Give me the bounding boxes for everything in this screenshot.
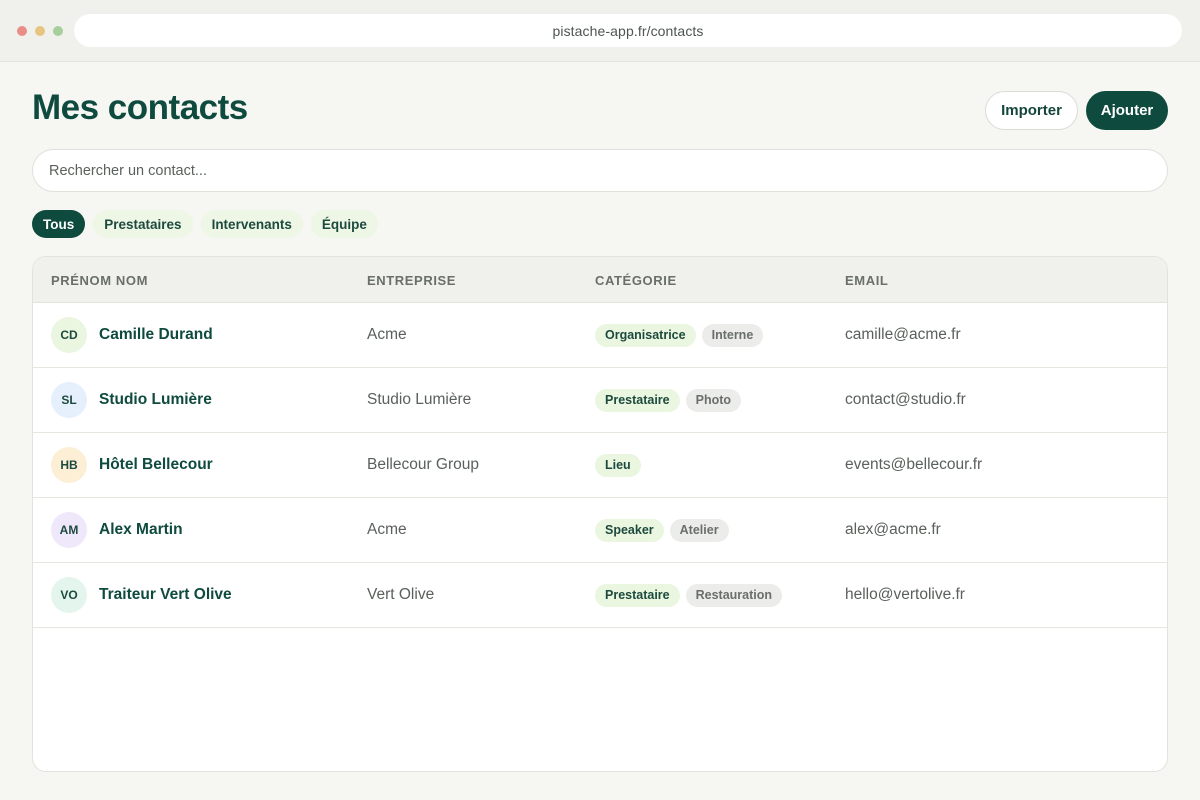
category-tag: Lieu	[595, 453, 641, 477]
category-cell: Lieu	[595, 433, 647, 497]
company-cell: Bellecour Group	[367, 456, 480, 473]
category-tag: Prestataire	[595, 388, 680, 412]
import-button[interactable]: Importer	[985, 91, 1078, 130]
table-row[interactable]: SL Studio Lumière Studio Lumière Prestatair…	[33, 368, 1167, 433]
email-cell[interactable]: hello@vertolive.fr	[845, 563, 965, 627]
contact-name[interactable]: Camille Durand	[99, 326, 213, 344]
avatar: CD	[51, 317, 87, 353]
column-header-company[interactable]: ENTREPRISE	[367, 257, 456, 303]
category-tag: Interne	[701, 323, 764, 347]
contact-name[interactable]: Traiteur Vert Olive	[99, 586, 232, 604]
company-cell: Studio Lumière	[367, 391, 472, 408]
search-input[interactable]	[32, 149, 1168, 192]
company-cell: Vert Olive	[367, 586, 435, 603]
table-header: PRÉNOM NOM ENTREPRISE CATÉGORIE EMAIL	[33, 257, 1167, 303]
category-cell: Prestataire Photo	[595, 368, 747, 432]
filter-chip-intervenants[interactable]: Intervenants	[200, 210, 303, 238]
column-header-category[interactable]: CATÉGORIE	[595, 257, 677, 303]
category-tag: Photo	[685, 388, 742, 412]
category-cell: Speaker Atelier	[595, 498, 735, 562]
page-title: Mes contacts	[32, 88, 248, 127]
browser-chrome: pistache-app.fr/contacts	[0, 0, 1200, 62]
email-cell[interactable]: events@bellecour.fr	[845, 433, 982, 497]
category-tag: Prestataire	[595, 583, 680, 607]
contact-name[interactable]: Alex Martin	[99, 521, 183, 539]
filter-chips: Tous Prestataires Intervenants Équipe	[32, 210, 378, 238]
window-close-dot[interactable]	[17, 26, 27, 36]
filter-chip-prestataires[interactable]: Prestataires	[93, 210, 193, 238]
contact-cell: CD Camille Durand	[51, 303, 213, 367]
table-row[interactable]: CD Camille Durand Acme Organisatrice Interne…	[33, 303, 1167, 368]
contact-name[interactable]: Hôtel Bellecour	[99, 456, 213, 474]
contact-name[interactable]: Studio Lumière	[99, 391, 212, 409]
category-tag: Speaker	[595, 518, 664, 542]
category-cell: Prestataire Restauration	[595, 563, 788, 627]
contact-cell: AM Alex Martin	[51, 498, 183, 562]
table-body: CD Camille Durand Acme Organisatrice Interne…	[33, 303, 1167, 628]
filter-chip-tous[interactable]: Tous	[32, 210, 86, 238]
category-tag: Organisatrice	[595, 323, 696, 347]
table-row[interactable]: HB Hôtel Bellecour Bellecour Group Lieu even…	[33, 433, 1167, 498]
contact-cell: SL Studio Lumière	[51, 368, 212, 432]
table-row[interactable]: AM Alex Martin Acme Speaker Atelier alex@acme…	[33, 498, 1167, 563]
table-row[interactable]: VO Traiteur Vert Olive Vert Olive Prestatai…	[33, 563, 1167, 628]
company-cell: Acme	[367, 326, 407, 343]
avatar: HB	[51, 447, 87, 483]
category-cell: Organisatrice Interne	[595, 303, 769, 367]
company-cell: Acme	[367, 521, 407, 538]
category-tag: Atelier	[669, 518, 729, 542]
avatar: SL	[51, 382, 87, 418]
column-header-name[interactable]: PRÉNOM NOM	[51, 257, 148, 303]
url-bar[interactable]: pistache-app.fr/contacts	[74, 14, 1182, 47]
window-maximize-dot[interactable]	[53, 26, 63, 36]
avatar: AM	[51, 512, 87, 548]
column-header-email[interactable]: EMAIL	[845, 257, 888, 303]
contact-cell: VO Traiteur Vert Olive	[51, 563, 232, 627]
window-minimize-dot[interactable]	[35, 26, 45, 36]
filter-chip-equipe[interactable]: Équipe	[310, 210, 378, 238]
avatar: VO	[51, 577, 87, 613]
contact-cell: HB Hôtel Bellecour	[51, 433, 213, 497]
email-cell[interactable]: alex@acme.fr	[845, 498, 941, 562]
contacts-table: PRÉNOM NOM ENTREPRISE CATÉGORIE EMAIL CD…	[32, 256, 1168, 772]
email-cell[interactable]: contact@studio.fr	[845, 368, 966, 432]
category-tag: Restauration	[685, 583, 783, 607]
email-cell[interactable]: camille@acme.fr	[845, 303, 961, 367]
add-contact-button[interactable]: Ajouter	[1086, 91, 1168, 130]
